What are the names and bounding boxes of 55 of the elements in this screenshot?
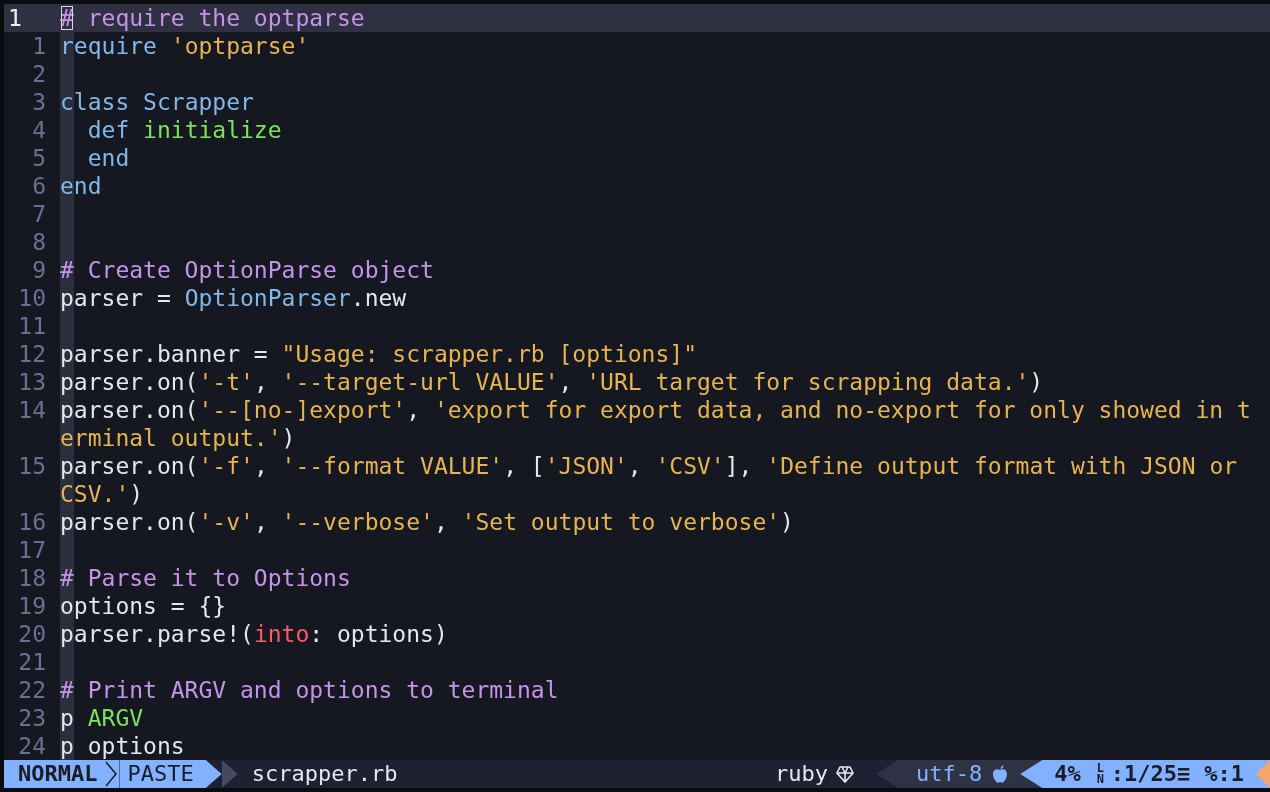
mode-indicator: NORMAL xyxy=(4,760,104,788)
line-number: 4 xyxy=(31,116,47,144)
file-type: ruby xyxy=(775,760,830,788)
line-number: 9 xyxy=(31,256,47,284)
line-number: 20 xyxy=(17,620,47,648)
line-number: 5 xyxy=(31,144,47,172)
line-number: 19 xyxy=(17,592,47,620)
gem-icon xyxy=(836,765,855,783)
line-number: 10 xyxy=(17,284,47,312)
line-number: 1 xyxy=(7,4,23,32)
code-line: p ARGV xyxy=(60,704,145,732)
line-number: 23 xyxy=(17,704,47,732)
code-line: end xyxy=(60,172,103,200)
code-line: parser.on('-t', '--target-url VALUE', 'URL target for scrapping data.') xyxy=(60,368,1045,396)
cursor-position: :1/25≡ xyxy=(1110,760,1191,788)
line-number: 22 xyxy=(17,676,47,704)
line-number: 13 xyxy=(17,368,47,396)
line-number: 1 xyxy=(31,32,47,60)
line-number: 12 xyxy=(17,340,47,368)
line-number: 15 xyxy=(17,452,47,481)
line-number: 14 xyxy=(17,396,47,425)
line-symbol: LN xyxy=(1096,763,1105,785)
code-line: parser.banner = "Usage: scrapper.rb [options]" xyxy=(60,340,698,368)
line-number: 18 xyxy=(17,564,47,592)
code-line: parser.on('-v', '--verbose', 'Set output to verbose') xyxy=(60,508,795,536)
line-number: 17 xyxy=(17,536,47,564)
line-number: 8 xyxy=(31,228,47,256)
line-number: 21 xyxy=(17,648,47,676)
code-line: class Scrapper xyxy=(60,88,255,116)
code-line: p options xyxy=(60,732,186,760)
code-line: end xyxy=(86,144,131,172)
code-line: # Parse it to Options xyxy=(60,564,352,592)
code-line: def initialize xyxy=(86,116,283,144)
paste-indicator: PASTE xyxy=(119,760,222,788)
file-encoding: utf-8 xyxy=(916,760,984,788)
code-line: options = {} xyxy=(60,592,228,620)
column-number: %:1 xyxy=(1204,760,1244,788)
code-line: # Create OptionParse object xyxy=(60,256,435,284)
code-line: parser = OptionParser.new xyxy=(60,284,408,312)
apple-icon xyxy=(992,764,1009,784)
code-line: parser.parse!(into: options) xyxy=(60,620,449,648)
code-line: parser.on('--[no-]export', 'export for export data, and no-export for only showed in t erminal output.') xyxy=(60,396,1252,452)
code-line: parser.on('-f', '--format VALUE', ['JSON', 'CSV'], 'Define output format with JSON or CSV.') xyxy=(60,452,1239,508)
code-line: require 'optparse' xyxy=(60,32,311,60)
line-number: 24 xyxy=(17,732,47,760)
line-number: 2 xyxy=(31,60,47,88)
line-number: 3 xyxy=(31,88,47,116)
scroll-percent: 4% xyxy=(1054,760,1081,788)
line-number: 11 xyxy=(17,312,47,340)
line-number: 6 xyxy=(31,172,47,200)
line-number: 16 xyxy=(17,508,47,536)
powerline-separator xyxy=(221,760,238,788)
code-line: # Print ARGV and options to terminal xyxy=(60,676,560,704)
line-number: 7 xyxy=(31,200,47,228)
file-name: scrapper.rb xyxy=(251,760,398,788)
